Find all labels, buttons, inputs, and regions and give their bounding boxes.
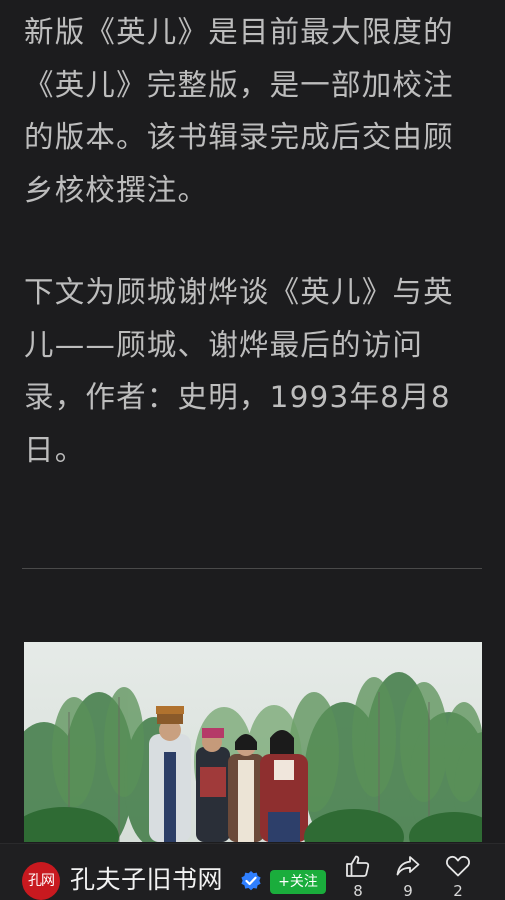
account-avatar[interactable]: 孔网 xyxy=(22,862,60,900)
heart-icon xyxy=(446,855,470,877)
like-count: 8 xyxy=(353,882,363,900)
author-action-bar: 孔网 孔夫子旧书网 +关注 8 9 2 xyxy=(0,843,505,900)
verified-badge-icon xyxy=(241,871,261,891)
section-divider xyxy=(22,568,482,569)
group-photo-image xyxy=(24,642,482,842)
article-paragraph: 下文为顾城谢烨谈《英儿》与英儿——顾城、谢烨最后的访问录，作者：史明，1993年… xyxy=(24,275,454,467)
favorite-button[interactable]: 2 xyxy=(443,854,473,900)
thumbs-up-icon xyxy=(346,855,370,877)
follow-button[interactable]: +关注 xyxy=(270,870,326,894)
article-paragraph: 新版《英儿》是目前最大限度的《英儿》完整版，是一部加校注的版本。该书辑录完成后交… xyxy=(24,15,454,207)
article-photo[interactable] xyxy=(24,642,482,842)
like-button[interactable]: 8 xyxy=(343,854,373,900)
favorite-count: 2 xyxy=(453,882,463,900)
account-name[interactable]: 孔夫子旧书网 xyxy=(70,864,223,896)
share-icon xyxy=(396,856,420,876)
share-count: 9 xyxy=(403,882,413,900)
share-button[interactable]: 9 xyxy=(393,854,423,900)
